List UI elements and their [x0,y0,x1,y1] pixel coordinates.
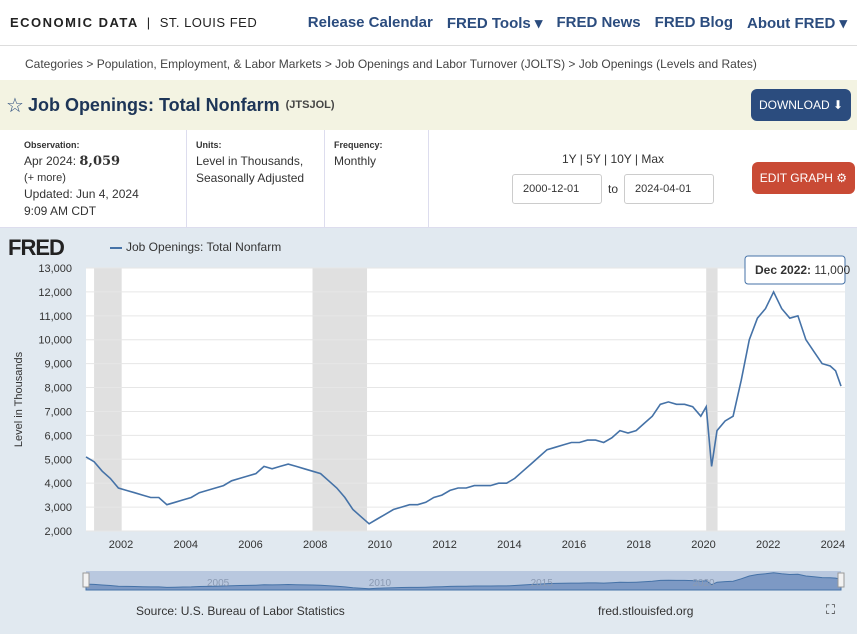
source-note[interactable]: Source: U.S. Bureau of Labor Statistics [136,604,345,618]
navigator-tick: 2015 [531,578,554,589]
x-tick-label: 2010 [368,539,392,551]
x-tick-label: 2002 [109,539,133,551]
y-tick-label: 11,000 [39,311,72,323]
y-tick-label: 9,000 [44,359,72,371]
y-tick-label: 10,000 [38,335,72,347]
breadcrumb[interactable]: Categories > Population, Employment, & L… [0,46,857,80]
download-button[interactable]: DOWNLOAD ⬇ [750,89,851,121]
y-tick-label: 3,000 [44,502,72,514]
observation-value: 8,059 [79,154,121,169]
x-tick-label: 2008 [303,539,327,551]
start-date-input[interactable]: 2000-12-01 [511,174,602,204]
chart-legend: Job Openings: Total Nonfarm [110,240,281,254]
navigator-tick: 2020 [692,578,715,589]
y-tick-label: 2,000 [44,526,72,538]
end-date-input[interactable]: 2024-04-01 [624,174,714,204]
nav-fred-blog[interactable]: FRED Blog [655,14,733,32]
navigator-tick: 2010 [369,578,392,589]
y-tick-label: 7,000 [44,406,72,418]
brand-text: ECONOMIC DATA [10,15,139,30]
to-label: to [607,182,618,196]
series-id: (JTSJOL) [285,99,335,111]
recession-band [94,268,122,531]
x-tick-label: 2022 [756,539,780,551]
brand-org: ST. LOUIS FED [159,15,258,30]
y-tick-label: 12,000 [38,287,72,299]
brand-logo[interactable]: ECONOMIC DATA | ST. LOUIS FED [10,15,257,30]
x-tick-label: 2012 [432,539,456,551]
observation-label: Observation: [24,140,80,150]
y-axis-label: Level in Thousands [13,351,25,447]
x-tick-label: 2016 [562,539,586,551]
series-meta: Observation: Apr 2024: 8,059 (+ more) Up… [0,130,857,228]
title-bar: ☆ Job Openings: Total Nonfarm (JTSJOL) D… [0,80,857,130]
recession-band [706,268,718,531]
page-title: Job Openings: Total Nonfarm [27,94,280,115]
observation-panel: Observation: Apr 2024: 8,059 (+ more) Up… [0,130,187,227]
tooltip-text: Dec 2022: 11,000 [755,263,851,277]
top-bar: ECONOMIC DATA | ST. LOUIS FED Release Cale… [0,0,857,46]
brand-separator: | [146,15,152,30]
main-nav: Release Calendar FRED Tools ▾ FRED News … [308,14,847,32]
units-adjustment: Seasonally Adjusted [196,171,305,185]
fred-url[interactable]: fred.stlouisfed.org [598,604,693,618]
legend-swatch [110,246,122,249]
line-chart[interactable]: 2,000 3,000 4,000 5,000 6,000 7,000 8,000 9,000… [0,228,857,634]
fred-logo: FRED [8,235,65,260]
units-value: Level in Thousands, [196,154,304,168]
more-link[interactable]: (+ more) [24,172,186,184]
navigator-tick: 2005 [207,578,230,589]
nav-fred-tools[interactable]: FRED Tools ▾ [447,14,543,32]
nav-fred-news[interactable]: FRED News [556,14,640,32]
y-tick-label: 6,000 [44,430,72,442]
updated-date: Updated: Jun 4, 2024 [24,187,139,201]
observation-date: Apr 2024: [24,154,77,168]
edit-graph-button[interactable]: EDIT GRAPH ⚙ [751,162,855,194]
plot-background [86,268,845,531]
x-tick-label: 2018 [627,539,651,551]
star-icon[interactable]: ☆ [6,93,24,118]
frequency-label: Frequency: [334,140,383,150]
chart-area: 2,000 3,000 4,000 5,000 6,000 7,000 8,000 9,000… [0,228,857,634]
updated-time: 9:09 AM CDT [24,204,97,218]
y-tick-label: 8,000 [44,383,72,395]
fullscreen-icon[interactable]: ⛶ [826,602,835,618]
x-tick-label: 2014 [497,539,521,551]
navigator-handle[interactable] [837,572,845,588]
x-tick-label: 2004 [174,539,198,551]
legend-label: Job Openings: Total Nonfarm [126,240,282,254]
y-tick-label: 13,000 [38,263,72,275]
nav-release-calendar[interactable]: Release Calendar [308,14,433,32]
navigator-handle[interactable] [82,572,90,588]
x-tick-label: 2024 [821,539,845,551]
x-tick-label: 2020 [691,539,715,551]
nav-about-fred[interactable]: About FRED ▾ [747,14,847,32]
units-label: Units: [196,140,222,150]
y-tick-label: 4,000 [44,478,72,490]
y-tick-label: 5,000 [44,454,72,466]
units-panel: Units: Level in Thousands, Seasonally Ad… [187,130,325,227]
x-tick-label: 2006 [238,539,262,551]
date-range-panel: 1Y | 5Y | 10Y | Max 2000-12-01 to 2024-0… [429,130,857,227]
